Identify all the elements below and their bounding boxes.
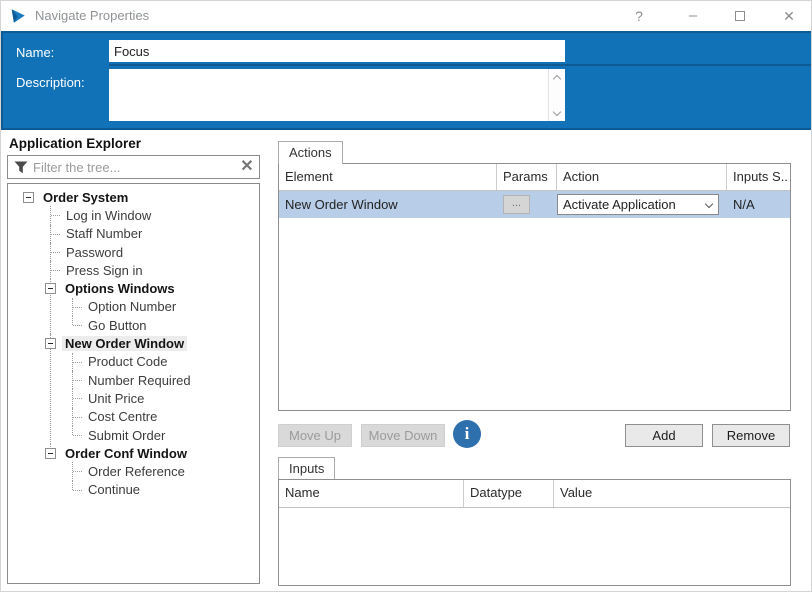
tree-item-label: Product Code xyxy=(85,354,171,369)
window-title: Navigate Properties xyxy=(35,8,149,23)
blue-prism-logo-icon xyxy=(9,7,27,25)
tree-item-press-sign-in[interactable]: Press Sign in xyxy=(45,261,259,279)
tree-filter-input[interactable] xyxy=(33,160,235,175)
tree-item-label: Cost Centre xyxy=(85,409,160,424)
info-icon[interactable]: i xyxy=(453,420,481,448)
remove-button[interactable]: Remove xyxy=(712,424,790,447)
maximize-icon[interactable] xyxy=(725,5,755,27)
navigate-properties-dialog: Navigate Properties ? – ✕ Name: Descript… xyxy=(0,0,812,592)
table-row[interactable]: New Order Window ... Activate Applicatio… xyxy=(279,191,790,218)
tree-item-options-windows[interactable]: Options Windows xyxy=(45,279,259,297)
tab-inputs[interactable]: Inputs xyxy=(278,457,335,479)
move-down-button[interactable]: Move Down xyxy=(361,424,445,447)
inputs-table: Name Datatype Value xyxy=(278,479,791,586)
close-icon[interactable]: ✕ xyxy=(774,5,804,27)
tree-item-password[interactable]: Password xyxy=(45,243,259,261)
application-explorer-title: Application Explorer xyxy=(9,136,141,151)
add-button[interactable]: Add xyxy=(625,424,703,447)
name-label: Name: xyxy=(16,45,54,60)
tree-item-cost-centre[interactable]: Cost Centre xyxy=(67,408,259,426)
inputs-table-header: Name Datatype Value xyxy=(279,480,790,508)
chevron-down-icon[interactable] xyxy=(699,195,718,214)
tree-item-label: Order System xyxy=(40,190,131,205)
row-inputs-set-cell: N/A xyxy=(727,191,790,218)
collapse-toggle-icon[interactable] xyxy=(45,283,56,294)
header-divider xyxy=(109,64,811,66)
tree-item-label: Staff Number xyxy=(63,226,145,241)
description-label: Description: xyxy=(16,75,85,90)
properties-header: Name: Description: xyxy=(1,31,812,130)
help-icon[interactable]: ? xyxy=(624,5,654,27)
tree-item-label: New Order Window xyxy=(62,336,187,351)
actions-table: Element Params Action Inputs S.. New Ord… xyxy=(278,163,791,411)
action-dropdown[interactable]: Activate Application xyxy=(557,194,719,215)
tree-item-staff-number[interactable]: Staff Number xyxy=(45,225,259,243)
tree-item-product-code[interactable]: Product Code xyxy=(67,353,259,371)
tree-item-label: Password xyxy=(63,245,126,260)
tree-item-submit-order[interactable]: Submit Order xyxy=(67,426,259,444)
tree-item-label: Options Windows xyxy=(62,281,178,296)
tree-item-order-system[interactable]: Order System xyxy=(23,188,259,206)
tree-item-label: Log in Window xyxy=(63,208,154,223)
filter-icon xyxy=(14,161,28,174)
column-header-name: Name xyxy=(279,480,464,507)
scroll-up-icon[interactable] xyxy=(550,69,565,84)
tree-item-label: Submit Order xyxy=(85,428,168,443)
scroll-down-icon[interactable] xyxy=(550,106,565,121)
tree-item-label: Press Sign in xyxy=(63,263,146,278)
tree-item-go-button[interactable]: Go Button xyxy=(67,316,259,334)
tree-item-label: Number Required xyxy=(85,373,194,388)
tree-item-unit-price[interactable]: Unit Price xyxy=(67,389,259,407)
column-header-element: Element xyxy=(279,164,497,190)
tree-item-label: Continue xyxy=(85,482,143,497)
tree-filter: ✕ xyxy=(7,155,260,179)
action-dropdown-value: Activate Application xyxy=(558,197,699,212)
move-up-button[interactable]: Move Up xyxy=(278,424,352,447)
tree-item-label: Order Conf Window xyxy=(62,446,190,461)
description-field xyxy=(109,69,565,121)
application-tree: Order System Log in Window Staff Number Pas… xyxy=(7,183,260,584)
column-header-datatype: Datatype xyxy=(464,480,554,507)
tree-item-option-number[interactable]: Option Number xyxy=(67,298,259,316)
actions-table-header: Element Params Action Inputs S.. xyxy=(279,164,790,191)
tree-item-continue[interactable]: Continue xyxy=(67,481,259,499)
description-input[interactable] xyxy=(109,69,548,121)
column-header-value: Value xyxy=(554,480,790,507)
column-header-inputs-set: Inputs S.. xyxy=(727,164,790,190)
tree-item-new-order-window[interactable]: New Order Window xyxy=(45,334,259,352)
collapse-toggle-icon[interactable] xyxy=(45,448,56,459)
tab-actions[interactable]: Actions xyxy=(278,141,343,164)
row-element-cell[interactable]: New Order Window xyxy=(279,191,497,218)
tree-item-order-reference[interactable]: Order Reference xyxy=(67,462,259,480)
collapse-toggle-icon[interactable] xyxy=(23,192,34,203)
params-button[interactable]: ... xyxy=(503,195,530,214)
tree-item-order-conf-window[interactable]: Order Conf Window xyxy=(45,444,259,462)
collapse-toggle-icon[interactable] xyxy=(45,338,56,349)
description-scrollbar[interactable] xyxy=(548,69,565,121)
column-header-params: Params xyxy=(497,164,557,190)
name-input[interactable] xyxy=(109,40,565,62)
column-header-action: Action xyxy=(557,164,727,190)
tree-item-number-required[interactable]: Number Required xyxy=(67,371,259,389)
clear-filter-icon[interactable]: ✕ xyxy=(235,156,259,178)
tree-item-log-in-window[interactable]: Log in Window xyxy=(45,206,259,224)
tree-item-label: Option Number xyxy=(85,299,179,314)
title-bar: Navigate Properties ? – ✕ xyxy=(1,1,812,31)
tree-item-label: Order Reference xyxy=(85,464,188,479)
tree-item-label: Go Button xyxy=(85,318,150,333)
tree-item-label: Unit Price xyxy=(85,391,147,406)
minimize-icon[interactable]: – xyxy=(678,5,708,27)
